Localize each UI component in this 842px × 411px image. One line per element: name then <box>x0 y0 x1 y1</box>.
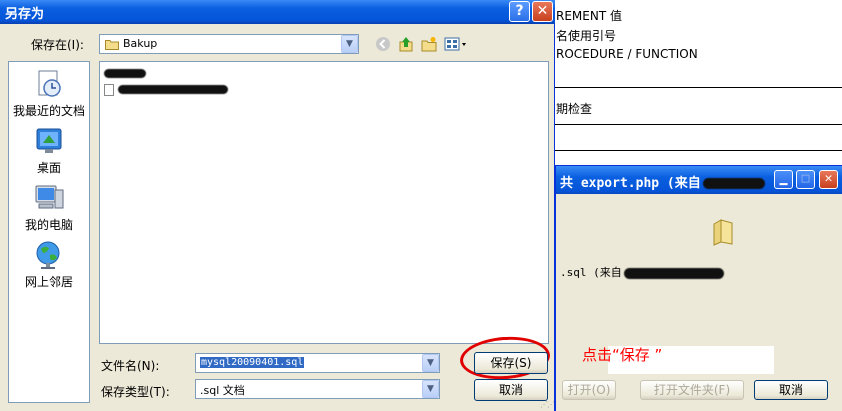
minimize-icon[interactable]: ▁ <box>774 170 793 189</box>
filename-value: mysql20090401.sql <box>200 357 305 368</box>
save-as-dialog: 另存为 ? ✕ 保存在(I): Bakup ▼ 我最近的文档 桌面 我的电脑 网… <box>0 0 555 411</box>
close-icon[interactable]: ✕ <box>819 170 838 189</box>
up-folder-icon[interactable] <box>397 36 415 54</box>
redacted-scribble <box>117 85 228 94</box>
place-label: 我的电脑 <box>24 218 73 232</box>
download-dialog-title: 共 export.php (来自 <box>560 176 701 191</box>
save-button[interactable]: 保存(S) <box>474 352 548 374</box>
chevron-down-icon[interactable]: ▼ <box>422 354 439 372</box>
resize-grip-icon[interactable]: ⋰⋰ <box>540 400 555 409</box>
download-cancel-button[interactable]: 取消 <box>754 380 828 400</box>
open-button[interactable]: 打开(O) <box>562 380 616 400</box>
list-item[interactable] <box>104 66 148 80</box>
bg-text-line: 名使用引号 <box>556 29 617 43</box>
place-my-recent-documents[interactable]: 我最近的文档 <box>9 68 89 119</box>
filename-label: 文件名(N): <box>101 359 160 373</box>
my-computer-icon <box>33 182 65 214</box>
divider <box>550 87 842 88</box>
cancel-button[interactable]: 取消 <box>474 379 548 401</box>
save-in-label: 保存在(I): <box>31 38 84 52</box>
annotation-text: 点击“保存 ” <box>582 346 663 364</box>
place-my-computer[interactable]: 我的电脑 <box>9 182 89 233</box>
folder-icon <box>713 219 733 246</box>
redacted-scribble <box>104 69 146 78</box>
redacted-scribble <box>702 178 765 189</box>
list-item[interactable] <box>104 82 228 96</box>
desktop-icon <box>33 125 65 157</box>
help-icon[interactable]: ? <box>509 1 530 22</box>
open-folder-button[interactable]: 打开文件夹(F) <box>640 380 744 400</box>
recent-documents-icon <box>33 68 65 100</box>
places-bar: 我最近的文档 桌面 我的电脑 网上邻居 <box>8 61 90 403</box>
place-label: 我最近的文档 <box>12 104 85 118</box>
place-desktop[interactable]: 桌面 <box>9 125 89 176</box>
save-in-select[interactable]: Bakup ▼ <box>99 34 359 54</box>
download-dialog-titlebar: 共 export.php (来自 ▁ □ ✕ <box>556 166 842 194</box>
download-file-info: .sql (来自 <box>560 264 724 280</box>
folder-icon <box>105 40 119 50</box>
network-globe-icon <box>33 239 65 271</box>
new-folder-icon[interactable] <box>420 36 438 54</box>
divider <box>550 124 842 125</box>
save-dialog-titlebar: 另存为 ? ✕ <box>0 0 555 24</box>
redacted-scribble <box>623 267 724 279</box>
filetype-label: 保存类型(T): <box>101 385 170 399</box>
filename-input[interactable]: mysql20090401.sql ▼ <box>195 353 440 373</box>
file-download-dialog: 共 export.php (来自 ▁ □ ✕ .sql (来自 点击“保存 ” … <box>553 165 842 411</box>
divider <box>550 150 842 151</box>
chevron-down-icon[interactable]: ▼ <box>422 380 439 398</box>
bg-text-line: REMENT 值 <box>556 9 622 23</box>
maximize-icon: □ <box>796 170 815 189</box>
bg-text-line: 期检查 <box>556 102 593 116</box>
save-dialog-title: 另存为 <box>5 7 45 22</box>
close-icon[interactable]: ✕ <box>532 1 553 22</box>
save-in-value: Bakup <box>123 37 158 50</box>
filetype-value: .sql 文档 <box>200 384 245 397</box>
view-menu-icon[interactable] <box>444 36 468 54</box>
back-icon[interactable] <box>374 36 392 54</box>
filetype-select[interactable]: .sql 文档 ▼ <box>195 379 440 399</box>
file-list[interactable] <box>99 61 549 344</box>
place-label: 桌面 <box>36 161 61 175</box>
chevron-down-icon[interactable]: ▼ <box>341 35 358 53</box>
bg-text-line: ROCEDURE / FUNCTION <box>556 47 698 61</box>
file-icon <box>104 83 114 96</box>
place-label: 网上邻居 <box>24 275 73 289</box>
place-network[interactable]: 网上邻居 <box>9 239 89 290</box>
